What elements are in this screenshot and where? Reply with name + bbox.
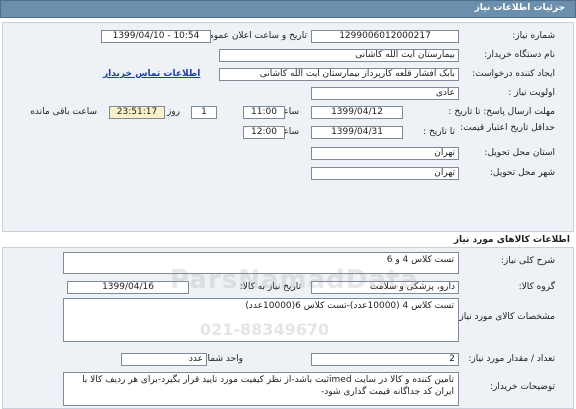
priority-field: عادی bbox=[311, 87, 459, 100]
need-number-label: شماره نیاز: bbox=[512, 31, 555, 41]
price-validity-label: حداقل تاریخ اعتبار قیمت: bbox=[460, 123, 555, 133]
buyer-label: نام دستگاه خریدار: bbox=[484, 50, 555, 60]
delivery-city-field: تهران bbox=[311, 167, 459, 180]
quantity-field: 2 bbox=[311, 353, 459, 366]
need-details-panel: شماره نیاز: 1299006012000217 تاریخ و ساع… bbox=[2, 22, 574, 232]
delivery-province-field: تهران bbox=[311, 147, 459, 160]
buyer-field: بیمارستان آیت الله کاشانی bbox=[219, 49, 459, 62]
goods-group-label: گروه کالا: bbox=[518, 282, 555, 292]
validity-to-label: تا تاریخ : bbox=[423, 127, 455, 137]
delivery-city-label: شهر محل تحویل: bbox=[489, 168, 555, 178]
priority-label: اولویت نیاز : bbox=[508, 88, 555, 98]
watermark-logo: ParsNamadData bbox=[170, 265, 419, 295]
items-section-title: اطلاعات کالاهای مورد نیاز bbox=[453, 235, 570, 245]
delivery-province-label: استان محل تحویل: bbox=[484, 148, 555, 158]
reply-date-field: 1399/04/12 bbox=[311, 106, 403, 119]
general-desc-label: شرح کلی نیاز: bbox=[500, 256, 555, 266]
announce-label: تاریخ و ساعت اعلان عمومی: bbox=[198, 31, 307, 41]
buyer-contact-link[interactable]: اطلاعات تماس خریدار bbox=[103, 69, 200, 79]
watermark-phone: 021-88349670 bbox=[200, 320, 330, 339]
remaining-days-field: 1 bbox=[191, 106, 217, 119]
remaining-time-label: ساعت باقی مانده bbox=[30, 107, 97, 117]
creator-field: بابک افشار قلعه کارپرداز بیمارستان آیت ا… bbox=[219, 68, 459, 81]
need-number-field: 1299006012000217 bbox=[311, 30, 459, 43]
page-header: جزئیات اطلاعات نیاز bbox=[0, 0, 576, 18]
creator-label: ایجاد کننده درخواست: bbox=[472, 69, 555, 79]
announce-field: 1399/04/10 - 10:54 bbox=[101, 30, 211, 43]
buyer-notes-label: توضیحات خریدار: bbox=[489, 382, 555, 392]
reply-deadline-label: مهلت ارسال پاسخ: تا تاریخ : bbox=[448, 107, 555, 117]
spec-label: مشخصات کالای مورد نیاز: bbox=[456, 312, 555, 322]
buyer-notes-field: تامین کننده و کالا در سایت imedثبت باشد-… bbox=[63, 372, 459, 406]
page-title: جزئیات اطلاعات نیاز bbox=[474, 3, 565, 13]
remaining-time-field: 23:51:17 bbox=[109, 106, 165, 119]
quantity-label: تعداد / مقدار مورد نیاز: bbox=[468, 354, 555, 364]
reply-time-field: 11:00 bbox=[243, 106, 285, 119]
unit-field: عدد bbox=[121, 353, 207, 366]
validity-date-field: 1399/04/31 bbox=[311, 126, 403, 139]
validity-time-field: 12:00 bbox=[243, 126, 285, 139]
